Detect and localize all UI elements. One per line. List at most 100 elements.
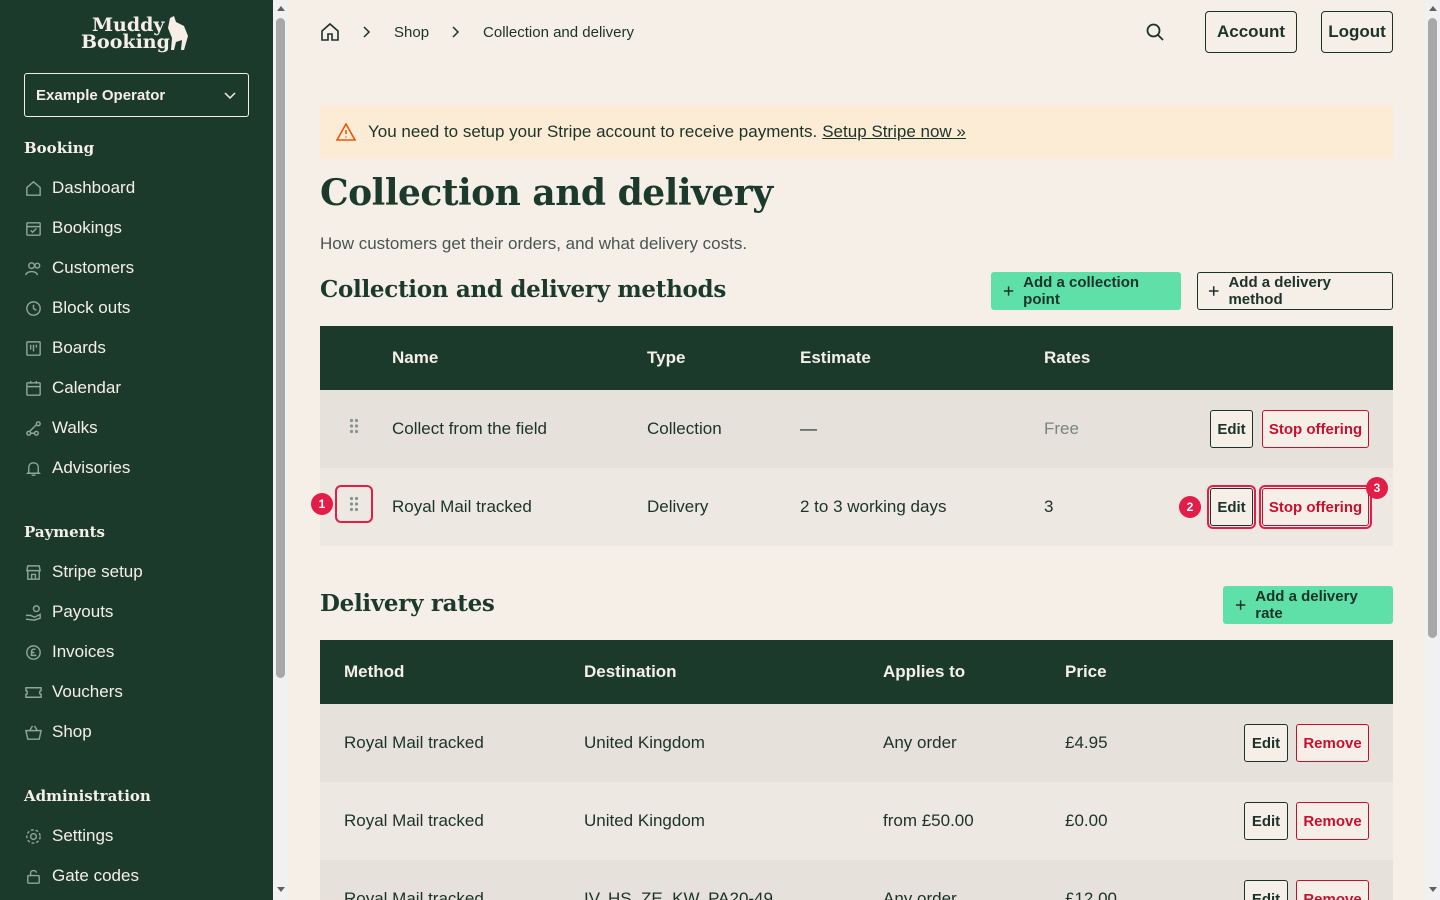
breadcrumb-shop[interactable]: Shop <box>394 24 429 41</box>
rate-method: Royal Mail tracked <box>344 889 484 900</box>
route-icon <box>26 420 41 436</box>
column-header-price: Price <box>1065 662 1107 681</box>
plus-icon <box>1208 286 1219 296</box>
chevron-right-icon <box>452 26 460 38</box>
method-estimate: 2 to 3 working days <box>800 497 947 516</box>
rate-price: £0.00 <box>1065 811 1108 830</box>
sidebar-item-vouchers[interactable]: Vouchers <box>24 680 123 704</box>
rates-table-header: Method Destination Applies to Price <box>320 640 1393 704</box>
basket-icon <box>25 724 42 740</box>
edit-button[interactable]: Edit <box>1244 724 1288 762</box>
home-icon[interactable] <box>320 22 340 42</box>
section-heading-administration: Administration <box>24 787 151 805</box>
sidebar-item-block-outs[interactable]: Block outs <box>24 296 130 320</box>
column-header-rates: Rates <box>1044 348 1091 367</box>
drag-handle-icon <box>349 496 359 512</box>
gear-icon <box>26 828 41 844</box>
column-header-type: Type <box>647 348 686 367</box>
board-icon <box>26 340 41 356</box>
edit-button[interactable]: Edit <box>1210 410 1253 448</box>
dog-icon <box>168 16 188 50</box>
sidebar-item-dashboard[interactable]: Dashboard <box>24 176 135 200</box>
sidebar-item-customers[interactable]: Customers <box>24 256 134 280</box>
calendar-check-icon <box>26 221 41 236</box>
chevron-right-icon <box>363 26 371 38</box>
operator-select[interactable]: Example Operator <box>24 73 249 117</box>
table-row: Royal Mail tracked United Kingdom from £… <box>320 782 1393 860</box>
column-header-estimate: Estimate <box>800 348 871 367</box>
table-row: Royal Mail tracked United Kingdom Any or… <box>320 704 1393 782</box>
drag-handle[interactable] <box>335 485 373 523</box>
store-icon <box>25 564 42 580</box>
page-title: Collection and delivery <box>320 172 773 214</box>
drag-handle[interactable] <box>338 410 370 442</box>
rate-applies-to: Any order <box>883 733 957 752</box>
logout-button[interactable]: Logout <box>1321 11 1393 53</box>
sidebar-item-advisories[interactable]: Advisories <box>24 456 130 480</box>
column-header-method: Method <box>344 662 405 681</box>
column-header-applies-to: Applies to <box>883 662 966 681</box>
main-scrollbar-thumb[interactable] <box>1428 18 1437 638</box>
method-type: Delivery <box>647 497 709 516</box>
stop-offering-button[interactable]: Stop offering <box>1262 410 1369 448</box>
edit-button[interactable]: Edit <box>1244 802 1288 840</box>
annotation-badge-3: 3 <box>1366 477 1388 499</box>
sidebar-item-calendar[interactable]: Calendar <box>24 376 121 400</box>
clock-icon <box>26 300 41 316</box>
plus-icon <box>1235 600 1246 610</box>
brand-logo[interactable]: Muddy Booking <box>80 14 195 54</box>
rate-destination: IV, HS, ZE, KW, PA20-49 <box>584 889 773 900</box>
edit-button[interactable]: Edit <box>1207 485 1256 529</box>
main-scroll-down-icon[interactable] <box>1429 887 1437 892</box>
methods-table-header: Name Type Estimate Rates <box>320 326 1393 390</box>
methods-heading: Collection and delivery methods <box>320 276 726 303</box>
home-icon <box>26 180 41 196</box>
hand-coins-icon <box>25 604 41 621</box>
plus-icon <box>1003 286 1014 296</box>
method-rates: 3 <box>1044 497 1054 516</box>
sidebar-item-bookings[interactable]: Bookings <box>24 216 122 240</box>
operator-select-label: Example Operator <box>36 86 166 104</box>
method-type: Collection <box>647 419 722 438</box>
sidebar-item-invoices[interactable]: Invoices <box>24 640 114 664</box>
sidebar: Muddy Booking Example Operator Booking P… <box>0 0 273 900</box>
remove-button[interactable]: Remove <box>1296 724 1369 762</box>
breadcrumb: Shop Collection and delivery <box>320 20 634 44</box>
table-row: Collect from the field Collection — Free… <box>320 390 1393 468</box>
pound-coin-icon <box>26 644 41 660</box>
method-name: Royal Mail tracked <box>392 497 532 516</box>
rate-price: £12.00 <box>1065 889 1117 900</box>
stop-offering-button[interactable]: Stop offering <box>1259 485 1372 529</box>
table-row: Royal Mail tracked Delivery 2 to 3 worki… <box>320 468 1393 546</box>
method-name: Collect from the field <box>392 419 547 438</box>
chevron-down-icon <box>224 92 236 100</box>
users-icon <box>25 261 41 275</box>
method-estimate: — <box>800 419 817 438</box>
rate-method: Royal Mail tracked <box>344 811 484 830</box>
add-delivery-rate-button[interactable]: Add a delivery rate <box>1223 586 1393 624</box>
search-icon[interactable] <box>1145 22 1165 42</box>
remove-button[interactable]: Remove <box>1296 802 1369 840</box>
add-delivery-method-button[interactable]: Add a delivery method <box>1197 272 1393 310</box>
setup-stripe-link[interactable]: Setup Stripe now » <box>822 122 966 142</box>
sidebar-item-payouts[interactable]: Payouts <box>24 600 113 624</box>
section-heading-booking: Booking <box>24 139 95 157</box>
method-rates: Free <box>1044 419 1079 438</box>
main-scroll-up-icon[interactable] <box>1429 6 1437 11</box>
sidebar-scrollbar-thumb[interactable] <box>276 18 285 678</box>
edit-button[interactable]: Edit <box>1244 880 1288 900</box>
add-collection-point-button[interactable]: Add a collection point <box>991 272 1181 310</box>
rate-method: Royal Mail tracked <box>344 733 484 752</box>
remove-button[interactable]: Remove <box>1296 880 1369 900</box>
sidebar-item-settings[interactable]: Settings <box>24 824 113 848</box>
sidebar-scroll-up-icon[interactable] <box>277 6 285 11</box>
sidebar-item-walks[interactable]: Walks <box>24 416 98 440</box>
account-button[interactable]: Account <box>1205 11 1297 53</box>
sidebar-item-stripe-setup[interactable]: Stripe setup <box>24 560 143 584</box>
sidebar-item-gate-codes[interactable]: Gate codes <box>24 864 139 888</box>
sidebar-item-shop[interactable]: Shop <box>24 720 92 744</box>
sidebar-scroll-down-icon[interactable] <box>277 887 285 892</box>
stripe-warning-alert: You need to setup your Stripe account to… <box>320 105 1393 159</box>
rate-destination: United Kingdom <box>584 733 705 752</box>
sidebar-item-boards[interactable]: Boards <box>24 336 106 360</box>
